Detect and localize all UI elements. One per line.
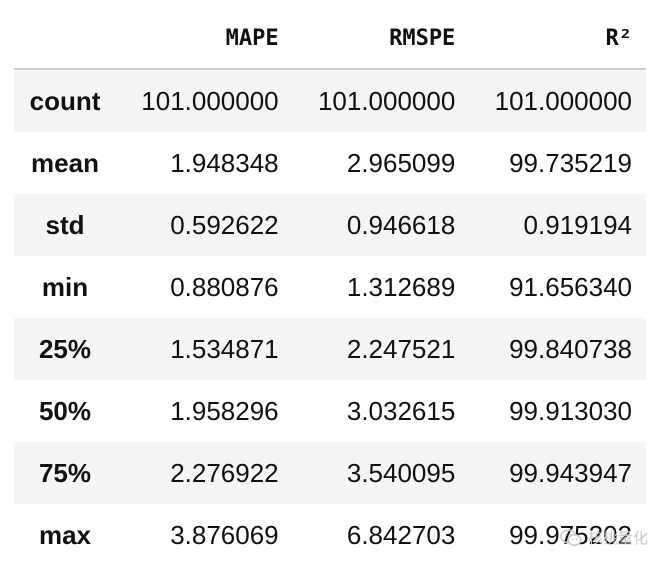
row-label: 25% — [14, 318, 116, 380]
table-row-50pct: 50% 1.958296 3.032615 99.913030 — [14, 380, 646, 442]
table-cell: 3.032615 — [346, 395, 456, 426]
table-row-std: std 0.592622 0.946618 0.919194 — [14, 194, 646, 256]
table-row-mean: mean 1.948348 2.965099 99.735219 — [14, 132, 646, 194]
table-cell: 101.000000 — [116, 69, 293, 132]
column-header-r2: R² — [469, 8, 646, 70]
table-row-25pct: 25% 1.534871 2.247521 99.840738 — [14, 318, 646, 380]
table-cell: 2.247521 — [292, 318, 470, 380]
header-row: MAPE RMSPE R² — [14, 8, 646, 70]
row-label: count — [14, 69, 116, 132]
describe-table: MAPE RMSPE R² count 101.000000 101.00000… — [14, 8, 646, 566]
table-cell: 99.913030 — [509, 395, 632, 426]
table-cell: 101.000000 — [292, 69, 470, 132]
page: MAPE RMSPE R² count 101.000000 101.00000… — [0, 0, 662, 570]
wechat-icon — [560, 529, 582, 547]
table-cell: 1.534871 — [116, 318, 293, 380]
table-cell: 2.965099 — [346, 147, 456, 178]
watermark-text: 核桃量化 — [587, 529, 648, 547]
table-cell: 0.919194 — [469, 194, 646, 256]
table-cell: 91.656340 — [509, 271, 632, 302]
table-row-min: min 0.880876 1.312689 91.656340 — [14, 256, 646, 318]
table-row-75pct: 75% 2.276922 3.540095 99.943947 — [14, 442, 646, 504]
table-cell: 0.946618 — [292, 194, 470, 256]
table-cell: 3.540095 — [292, 442, 470, 504]
table-cell: 99.840738 — [469, 318, 646, 380]
watermark: 核桃量化 — [560, 527, 648, 548]
row-label: min — [41, 271, 89, 302]
row-label: std — [14, 194, 116, 256]
table-row-count: count 101.000000 101.000000 101.000000 — [14, 69, 646, 132]
table-cell: 2.276922 — [116, 442, 293, 504]
table-cell: 1.312689 — [346, 271, 456, 302]
table-cell: 101.000000 — [469, 69, 646, 132]
row-label: 75% — [14, 442, 116, 504]
row-label: max — [38, 519, 92, 550]
table-cell: 99.735219 — [509, 147, 632, 178]
table-cell: 0.592622 — [116, 194, 293, 256]
table-cell: 0.880876 — [170, 271, 279, 302]
column-header-mape: MAPE — [116, 8, 293, 70]
corner-cell — [14, 8, 116, 70]
row-label: 50% — [38, 395, 92, 426]
table-cell: 3.876069 — [170, 519, 279, 550]
table-cell: 1.948348 — [170, 147, 279, 178]
column-header-rmspe: RMSPE — [292, 8, 470, 70]
table-cell: 1.958296 — [170, 395, 279, 426]
table-row-max: max 3.876069 6.842703 99.975202 — [14, 504, 646, 566]
table-cell: 99.943947 — [469, 442, 646, 504]
row-label: mean — [31, 147, 99, 178]
table-cell: 6.842703 — [346, 519, 456, 550]
